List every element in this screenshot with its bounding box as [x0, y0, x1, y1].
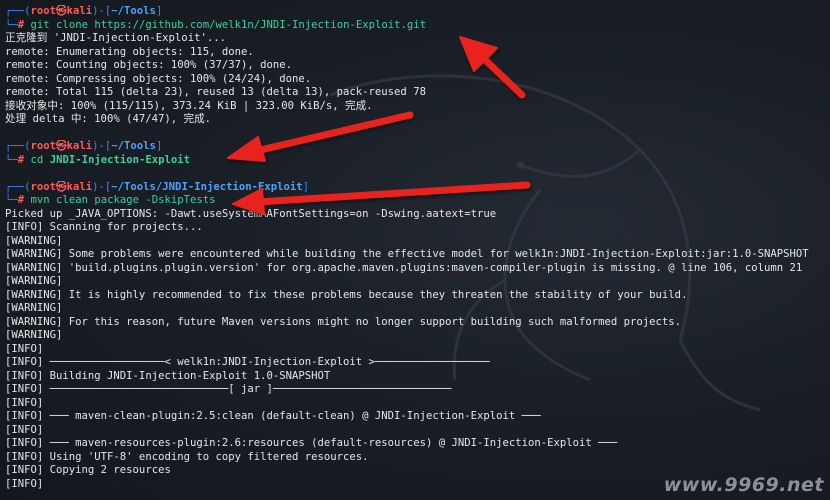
output-line: remote: Counting objects: 100% (37/37), …: [5, 59, 293, 71]
output-line: [WARNING]: [5, 329, 63, 341]
output-line: remote: Total 115 (delta 23), reused 13 …: [5, 86, 426, 98]
output-line: 正克隆到 'JNDI-Injection-Exploit'...: [5, 32, 226, 44]
cd-target: JNDI-Injection-Exploit: [49, 153, 191, 166]
output-line: [WARNING] For this reason, future Maven …: [5, 315, 682, 328]
output-line: [WARNING] 'build.plugins.plugin.version'…: [5, 261, 803, 274]
output-line: [WARNING] Some problems were encountered…: [5, 248, 809, 260]
terminal-window[interactable]: ┌──(root㉿kali)-[~/Tools] └─# git clone h…: [0, 0, 830, 500]
prompt-header-3: ┌──(root㉿kali)-[~/Tools/JNDI-Injection-E…: [5, 180, 310, 193]
output-line: 处理 delta 中: 100% (47/47), 完成.: [5, 113, 212, 125]
output-line: [INFO] ─── maven-resources-plugin:2.6:re…: [5, 437, 618, 449]
output-line: 接收对象中: 100% (115/115), 373.24 KiB | 323.…: [5, 99, 373, 112]
output-line: [INFO] ──────────────────< welk1n:JNDI-I…: [5, 356, 490, 368]
output-line: [INFO]: [5, 423, 44, 436]
site-watermark: www.9969.net: [663, 473, 824, 496]
prompt-header-2: ┌──(root㉿kali)-[~/Tools]: [5, 140, 163, 152]
output-line: remote: Compressing objects: 100% (24/24…: [5, 72, 312, 85]
output-line: [INFO]: [5, 396, 44, 409]
output-line: [WARNING]: [5, 302, 63, 314]
output-line: [INFO]: [5, 342, 44, 355]
output-line: Picked up _JAVA_OPTIONS: -Dawt.useSystem…: [5, 207, 497, 220]
output-line: [INFO] Building JNDI-Injection-Exploit 1…: [5, 369, 331, 382]
output-line: [INFO] Using 'UTF-8' encoding to copy fi…: [5, 450, 369, 463]
command-line-1: └─# git clone https://github.com/welk1n/…: [5, 18, 426, 31]
output-line: [INFO] ────────────────────────────[ jar…: [5, 383, 452, 395]
command-line-3: └─# mvn clean package -DskipTests: [5, 194, 216, 206]
output-line: [WARNING] It is highly recommended to fi…: [5, 288, 688, 301]
output-line: [INFO] Scanning for projects...: [5, 221, 203, 233]
prompt-header-1: ┌──(root㉿kali)-[~/Tools]: [5, 5, 163, 17]
command-line-2: └─# cd JNDI-Injection-Exploit: [5, 153, 191, 166]
output-line: [WARNING]: [5, 234, 63, 247]
output-line: remote: Enumerating objects: 115, done.: [5, 45, 254, 58]
output-line: [INFO] ─── maven-clean-plugin:2.5:clean …: [5, 410, 541, 422]
output-line: [WARNING]: [5, 275, 63, 287]
